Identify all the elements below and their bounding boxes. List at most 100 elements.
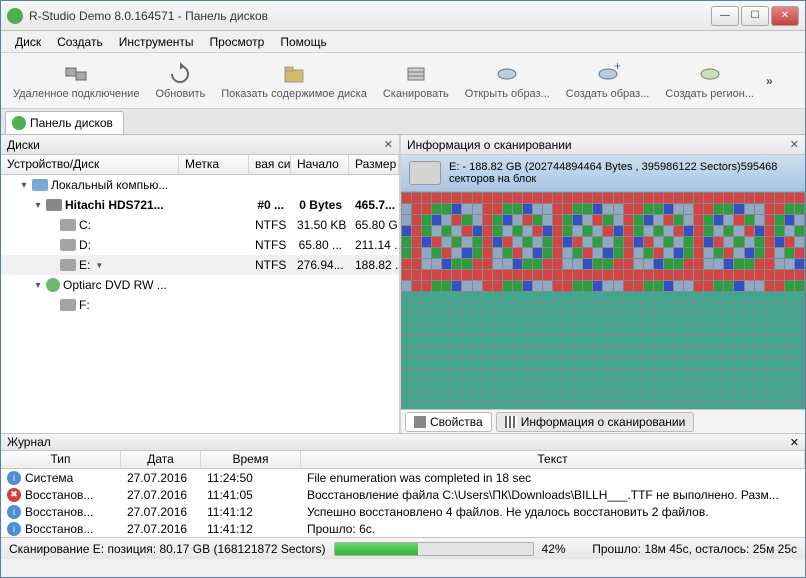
expand-toggle[interactable]: ▾ [19, 180, 29, 191]
window-title: R-Studio Demo 8.0.164571 - Панель дисков [29, 9, 711, 23]
table-row[interactable]: D:NTFS65.80 ...211.14 ... [1, 235, 399, 255]
info-icon: i [7, 505, 21, 519]
toolbar: Удаленное подключение Обновить Показать … [1, 53, 805, 109]
open-image-icon [495, 62, 519, 86]
journal-grid-header: Тип Дата Время Текст [1, 451, 805, 469]
status-text-right: Прошло: 18м 45с, осталось: 25м 25с [592, 542, 797, 556]
svg-text:+: + [614, 62, 620, 73]
journal-header: Журнал ✕ [1, 433, 805, 451]
scan-info-title: Информация о сканировании [407, 138, 572, 152]
drive-panel-icon [12, 116, 26, 130]
titlebar: R-Studio Demo 8.0.164571 - Панель дисков… [1, 1, 805, 31]
journal-row[interactable]: iСистема27.07.201611:24:50File enumerati… [1, 469, 805, 486]
menu-view[interactable]: Просмотр [204, 33, 271, 51]
tab-strip: Панель дисков [1, 109, 805, 135]
device-name: E: [79, 258, 90, 272]
table-row[interactable]: ▾Hitachi HDS721...#0 ...0 Bytes465.7... [1, 195, 399, 215]
col-start[interactable]: Начало [291, 155, 349, 174]
tool-open-image[interactable]: Открыть образ... [457, 60, 558, 102]
tool-scan[interactable]: Сканировать [375, 60, 457, 102]
grid-icon [505, 416, 517, 428]
tool-remote-connect[interactable]: Удаленное подключение [5, 60, 147, 102]
expand-toggle[interactable]: ▾ [33, 280, 43, 291]
device-name: Hitachi HDS721... [65, 198, 164, 212]
chevron-down-icon[interactable]: ▼ [95, 261, 103, 270]
table-row[interactable]: E:▼NTFS276.94...188.82 ... [1, 255, 399, 275]
col-size[interactable]: Размер [349, 155, 399, 174]
table-row[interactable]: F: [1, 295, 399, 315]
jcol-text[interactable]: Текст [301, 451, 805, 468]
vol-icon [60, 239, 76, 251]
status-text-left: Сканирование E: позиция: 80.17 GB (16812… [9, 542, 326, 556]
tab-scan-info[interactable]: Информация о сканировании [496, 412, 695, 432]
jcol-type[interactable]: Тип [1, 451, 121, 468]
table-row[interactable]: ▾ Optiarc DVD RW ... [1, 275, 399, 295]
col-label[interactable]: Метка [179, 155, 249, 174]
toolbar-overflow[interactable]: » [762, 74, 777, 88]
info-icon: i [7, 522, 21, 536]
col-fs[interactable]: вая си [249, 155, 291, 174]
jcol-time[interactable]: Время [201, 451, 301, 468]
tab-properties[interactable]: Свойства [405, 412, 492, 432]
info-icon: i [7, 471, 21, 485]
journal-title: Журнал [7, 435, 51, 449]
disks-header: Диски ✕ [1, 135, 399, 155]
expand-toggle[interactable]: ▾ [33, 200, 43, 211]
col-device[interactable]: Устройство/Диск [1, 155, 179, 174]
drive-icon [409, 161, 441, 185]
tab-label: Панель дисков [30, 116, 113, 130]
disks-panel: Диски ✕ Устройство/Диск Метка вая си Нач… [1, 135, 401, 433]
menu-disk[interactable]: Диск [9, 33, 47, 51]
minimize-button[interactable]: — [711, 6, 739, 26]
properties-icon [414, 416, 426, 428]
tool-refresh[interactable]: Обновить [147, 60, 213, 102]
vol-icon [60, 219, 76, 231]
comp-icon [32, 179, 48, 191]
scan-summary: E: - 188.82 GB (202744894464 Bytes , 395… [401, 155, 805, 192]
device-name: Локальный компью... [51, 178, 168, 192]
tool-create-image[interactable]: +Создать образ... [558, 60, 658, 102]
journal-close-icon[interactable]: ✕ [790, 436, 799, 449]
table-row[interactable]: C:NTFS31.50 KB65.80 GB [1, 215, 399, 235]
vol-icon [60, 259, 76, 271]
progress-bar [334, 542, 534, 556]
menu-tools[interactable]: Инструменты [113, 33, 200, 51]
disks-close-icon[interactable]: ✕ [384, 138, 393, 151]
tool-create-region[interactable]: Создать регион... [657, 60, 762, 102]
jcol-date[interactable]: Дата [121, 451, 201, 468]
journal-row[interactable]: ✖Восстанов...27.07.201611:41:05Восстанов… [1, 486, 805, 503]
disks-title: Диски [7, 138, 40, 152]
maximize-button[interactable]: ☐ [741, 6, 769, 26]
menu-create[interactable]: Создать [51, 33, 109, 51]
journal-body[interactable]: iСистема27.07.201611:24:50File enumerati… [1, 469, 805, 537]
table-row[interactable]: ▾ Локальный компью... [1, 175, 399, 195]
journal-row[interactable]: iВосстанов...27.07.201611:41:12Прошло: 6… [1, 520, 805, 537]
app-icon [7, 8, 23, 24]
scan-info-close-icon[interactable]: ✕ [790, 138, 799, 151]
scan-block-map[interactable] [401, 192, 805, 409]
journal-row[interactable]: iВосстанов...27.07.201611:41:12Успешно в… [1, 503, 805, 520]
folder-open-icon [282, 62, 306, 86]
opt-icon [46, 278, 60, 292]
disks-grid-header: Устройство/Диск Метка вая си Начало Разм… [1, 155, 399, 175]
tab-drive-panel[interactable]: Панель дисков [5, 111, 124, 134]
scan-tabs: Свойства Информация о сканировании [401, 409, 805, 433]
status-bar: Сканирование E: позиция: 80.17 GB (16812… [1, 537, 805, 559]
vol-icon [60, 299, 76, 311]
disks-tree[interactable]: ▾Локальный компью...▾Hitachi HDS721...#0… [1, 175, 399, 433]
device-name: Optiarc DVD RW ... [63, 278, 167, 292]
create-region-icon [698, 62, 722, 86]
status-percent: 42% [542, 542, 566, 556]
close-button[interactable]: ✕ [771, 6, 799, 26]
scan-line1: E: - 188.82 GB (202744894464 Bytes , 395… [449, 161, 777, 173]
scan-info-panel: Информация о сканировании ✕ E: - 188.82 … [401, 135, 805, 433]
network-icon [64, 62, 88, 86]
device-name: F: [79, 298, 90, 312]
hdd-icon [46, 199, 62, 211]
menu-help[interactable]: Помощь [274, 33, 332, 51]
tool-show-content[interactable]: Показать содержимое диска [213, 60, 375, 102]
scan-icon [404, 62, 428, 86]
menubar: Диск Создать Инструменты Просмотр Помощь [1, 31, 805, 53]
refresh-icon [168, 62, 192, 86]
scan-info-header: Информация о сканировании ✕ [401, 135, 805, 155]
